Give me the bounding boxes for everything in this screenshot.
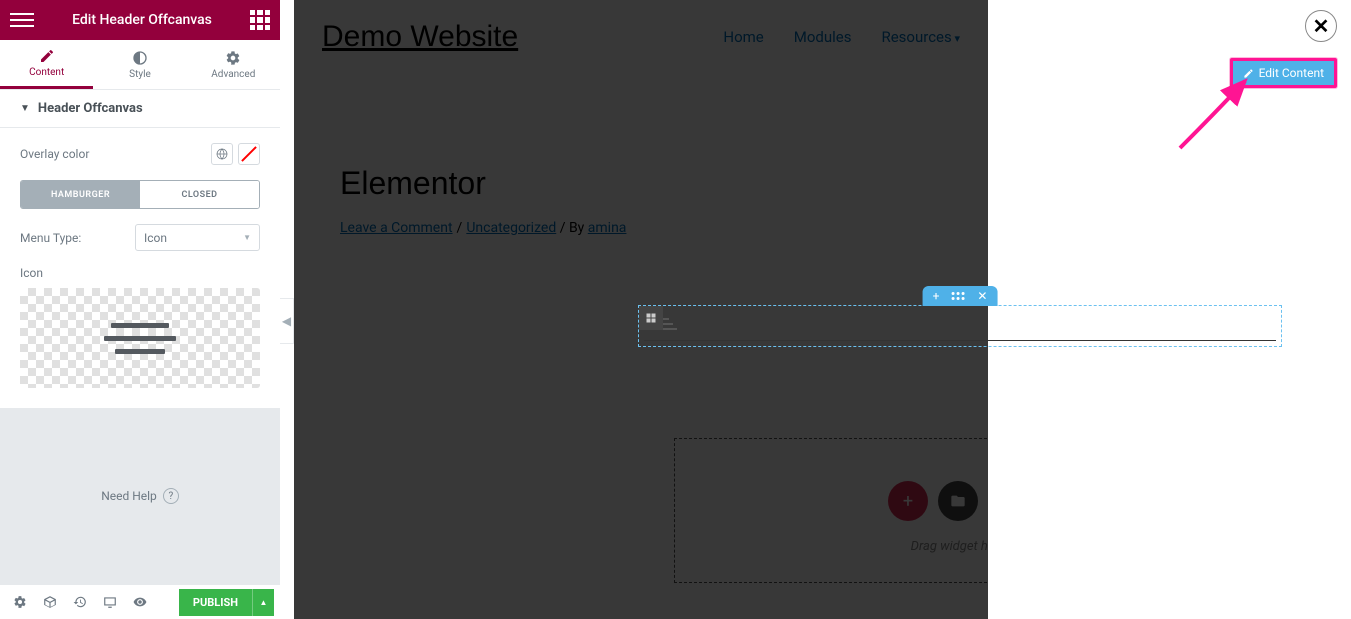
section-title-label: Header Offcanvas	[38, 101, 143, 116]
preview-area: Demo Website Home Modules Resources Elem…	[294, 0, 988, 619]
menu-type-select[interactable]: Icon ▼	[135, 224, 260, 251]
controls: Overlay color HAMBURGER CLOSED Menu Type…	[0, 128, 280, 408]
elementor-panel: Edit Header Offcanvas Content Style Adva…	[0, 0, 280, 619]
global-color-button[interactable]	[211, 143, 233, 165]
tab-content[interactable]: Content	[0, 40, 93, 89]
offcanvas-close-button[interactable]: ✕	[1305, 10, 1337, 42]
no-color-button[interactable]	[238, 143, 260, 165]
panel-title: Edit Header Offcanvas	[34, 12, 250, 28]
menu-type-label: Menu Type:	[20, 231, 81, 245]
edit-content-button[interactable]: Edit Content	[1230, 58, 1337, 88]
pencil-icon	[1243, 68, 1254, 79]
close-section-icon[interactable]: ✕	[977, 289, 987, 303]
preview-button[interactable]	[126, 588, 154, 616]
globe-icon	[216, 148, 228, 160]
navigator-button[interactable]	[36, 588, 64, 616]
section-handle-tab: + ✕	[923, 286, 998, 306]
state-toggle: HAMBURGER CLOSED	[20, 180, 260, 209]
section-header-offcanvas[interactable]: ▼ Header Offcanvas	[0, 90, 280, 128]
menu-type-row: Menu Type: Icon ▼	[20, 224, 260, 251]
drag-section-icon[interactable]	[951, 292, 965, 300]
publish-button[interactable]: PUBLISH	[179, 589, 252, 616]
icon-label: Icon	[20, 266, 260, 280]
add-section-icon[interactable]: +	[933, 289, 940, 303]
tab-content-label: Content	[29, 67, 64, 78]
help-label: Need Help	[101, 489, 157, 503]
settings-button[interactable]	[6, 588, 34, 616]
column-handle[interactable]	[639, 306, 663, 330]
icon-preview[interactable]	[20, 288, 260, 388]
toggle-closed[interactable]: CLOSED	[140, 181, 259, 208]
edit-content-label: Edit Content	[1259, 66, 1324, 80]
style-icon	[132, 50, 148, 66]
panel-footer: PUBLISH ▲	[0, 584, 280, 619]
help-area[interactable]: Need Help ?	[0, 408, 280, 584]
panel-tabs: Content Style Advanced	[0, 40, 280, 90]
gear-icon	[225, 50, 241, 66]
tab-style[interactable]: Style	[93, 40, 186, 89]
panel-header: Edit Header Offcanvas	[0, 0, 280, 40]
section-box[interactable]	[638, 305, 1282, 347]
pencil-icon	[39, 48, 55, 64]
apps-grid-icon[interactable]	[250, 10, 270, 30]
tab-advanced[interactable]: Advanced	[187, 40, 280, 89]
toggle-hamburger[interactable]: HAMBURGER	[21, 181, 140, 208]
hamburger-preview-icon	[104, 323, 176, 354]
tab-style-label: Style	[129, 69, 151, 80]
overlay-color-row: Overlay color	[20, 143, 260, 165]
responsive-button[interactable]	[96, 588, 124, 616]
publish-options-button[interactable]: ▲	[252, 589, 274, 616]
menu-type-value: Icon	[144, 231, 167, 245]
overlay-color-label: Overlay color	[20, 147, 89, 161]
help-icon: ?	[163, 488, 179, 504]
history-button[interactable]	[66, 588, 94, 616]
panel-collapse-handle[interactable]: ◀	[280, 298, 294, 344]
tab-advanced-label: Advanced	[211, 69, 255, 80]
caret-down-icon: ▼	[20, 103, 30, 114]
chevron-down-icon: ▼	[243, 233, 251, 242]
hamburger-menu-icon[interactable]	[10, 13, 34, 27]
